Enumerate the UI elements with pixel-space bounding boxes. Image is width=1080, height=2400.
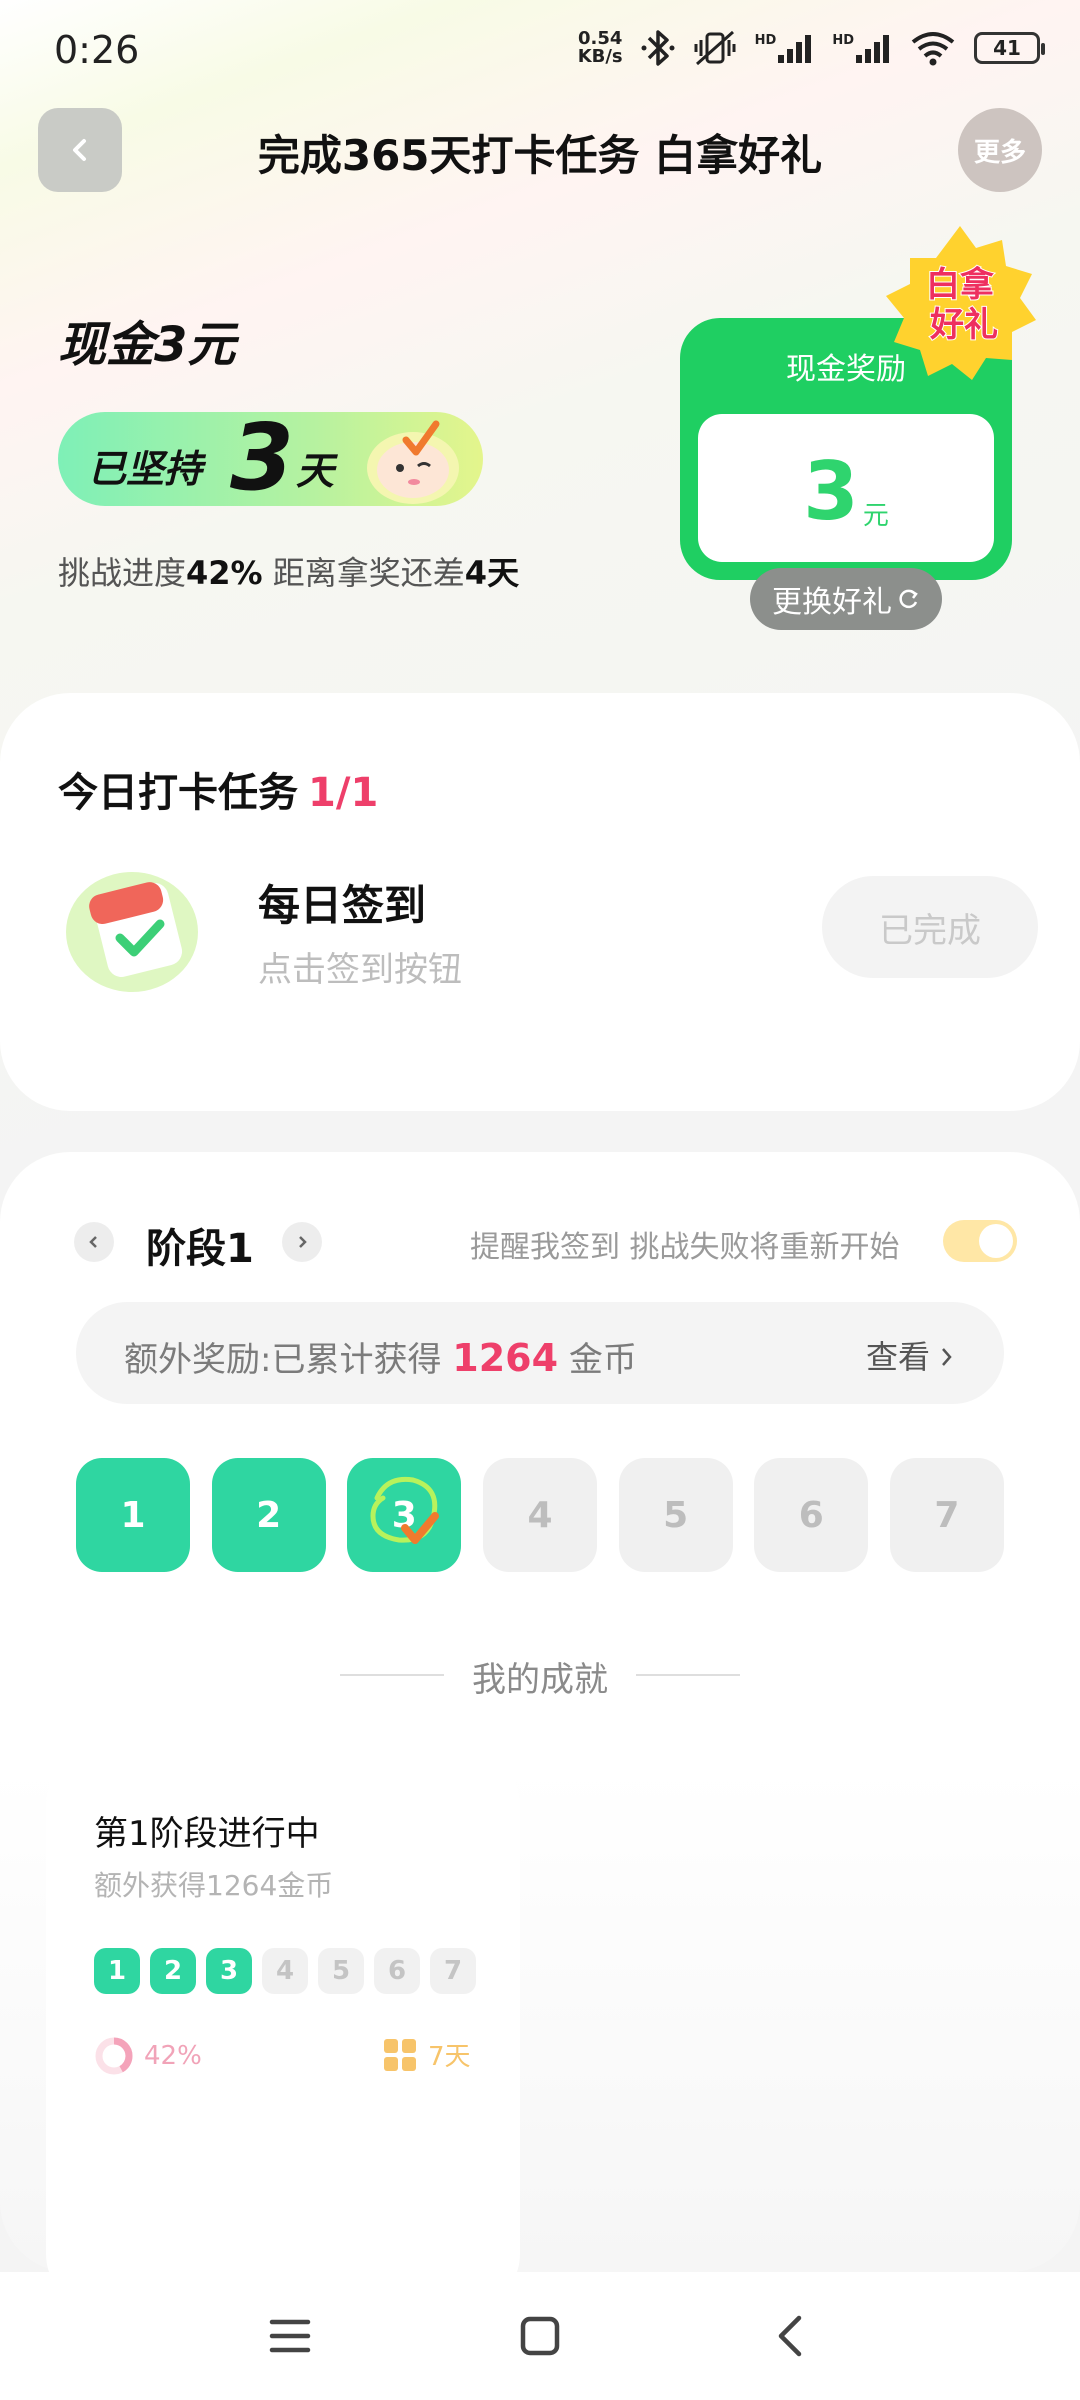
stage-title: 阶段1	[146, 1226, 254, 1272]
progress-remaining-label: 距离拿奖还差	[272, 554, 465, 592]
achievement-title: 第1阶段进行中	[94, 1814, 320, 1854]
task-completed-button[interactable]: 已完成	[822, 876, 1038, 978]
free-gift-badge: 白拿 好礼	[886, 226, 1036, 380]
bonus-unit: 金币	[568, 1340, 637, 1380]
home-button[interactable]	[510, 2306, 570, 2366]
task-heading-label: 今日打卡任务	[58, 770, 298, 816]
achievement-days-total: 7天	[428, 2042, 471, 2072]
mini-day: 7	[430, 1948, 476, 1994]
bonus-prefix: 额外奖励:已累计获得	[124, 1340, 442, 1380]
chevron-left-icon	[89, 1236, 97, 1248]
previous-stage-button[interactable]	[74, 1222, 114, 1262]
day-tile: 5	[618, 1458, 733, 1572]
signal-1: HD	[755, 33, 815, 63]
status-icons: 0.54 KB/s HD HD 41	[578, 28, 1045, 68]
day-tile: 6	[754, 1458, 869, 1572]
persist-days-number: 3	[230, 404, 295, 511]
challenge-progress-text: 挑战进度42% 距离拿奖还差4天	[58, 548, 519, 594]
today-task-heading: 今日打卡任务 1/1	[58, 760, 378, 818]
reward-amount: 3	[803, 445, 859, 538]
mini-day: 5	[318, 1948, 364, 1994]
square-icon	[520, 2316, 560, 2356]
progress-percent: 42%	[186, 554, 263, 592]
recent-apps-button[interactable]	[260, 2306, 320, 2366]
view-label: 查看	[866, 1338, 931, 1376]
reward-unit: 元	[862, 501, 889, 531]
check-circle-icon	[370, 1476, 440, 1544]
reward-amount-box: 3 元	[698, 414, 994, 562]
grid-icon	[384, 2038, 416, 2071]
vibrate-off-icon	[694, 30, 736, 66]
badge-line-1: 白拿	[926, 265, 995, 305]
chevron-right-icon	[942, 1348, 952, 1366]
task-description: 点击签到按钮	[258, 950, 462, 990]
bonus-amount: 1264	[452, 1336, 559, 1380]
progress-prefix: 挑战进度	[58, 554, 187, 592]
mini-day: 4	[262, 1948, 308, 1994]
bluetooth-icon	[641, 30, 675, 66]
mascot-icon	[367, 420, 459, 504]
day-tile-current: 3	[347, 1458, 462, 1572]
achievement-percent: 42%	[144, 2041, 202, 2071]
view-link[interactable]: 查看	[866, 1332, 954, 1378]
remind-me-text: 提醒我签到 挑战失败将重新开始	[470, 1230, 900, 1265]
calendar-check-icon	[66, 872, 198, 992]
toggle-knob	[979, 1224, 1013, 1258]
hd-label: HD	[832, 33, 854, 48]
wifi-icon	[911, 32, 955, 66]
extra-reward-text: 额外奖励:已累计获得 1264 金币	[124, 1332, 637, 1381]
persist-prefix: 已坚持	[88, 447, 203, 491]
chevron-left-icon	[778, 2315, 802, 2357]
task-count: 1/1	[308, 770, 379, 816]
persist-days-pill: 已坚持 3 天	[58, 404, 483, 511]
battery-indicator: 41	[974, 32, 1045, 64]
day-tile: 1	[76, 1458, 190, 1572]
remind-toggle[interactable]	[943, 1220, 1017, 1262]
signal-2: HD	[832, 33, 892, 63]
swap-gift-button[interactable]: 更换好礼	[750, 568, 942, 630]
badge-line-2: 好礼	[929, 305, 998, 345]
extra-reward-bar[interactable]: 额外奖励:已累计获得 1264 金币 查看	[76, 1302, 1004, 1404]
hd-label: HD	[754, 33, 777, 48]
mini-day: 2	[150, 1948, 196, 1994]
page-title: 完成365天打卡任务 白拿好礼	[257, 131, 823, 180]
status-bar: 0:26 0.54 KB/s HD HD 41	[0, 0, 1080, 100]
mini-day-row: 1 2 3 4 5 6 7	[94, 1948, 476, 1994]
signal-icon	[856, 35, 889, 63]
signal-icon	[778, 35, 812, 63]
mini-day: 1	[94, 1948, 140, 1994]
achievement-days: 7天	[382, 2036, 471, 2073]
achievement-subtitle: 额外获得1264金币	[94, 1869, 334, 1902]
achievement-card[interactable]: 第1阶段进行中 额外获得1264金币 1 2 3 4 5 6 7 42% 7天	[46, 1750, 520, 2310]
next-stage-button[interactable]	[282, 1222, 322, 1262]
status-time: 0:26	[54, 28, 140, 72]
task-name: 每日签到	[258, 881, 427, 930]
menu-icon	[269, 2319, 311, 2353]
progress-ring-icon	[95, 2037, 133, 2075]
days-left: 4天	[464, 554, 520, 592]
persist-days-unit: 天	[296, 449, 335, 493]
network-speed-unit: KB/s	[577, 46, 623, 67]
system-back-button[interactable]	[760, 2306, 820, 2366]
network-speed: 0.54 KB/s	[578, 30, 623, 66]
day-tile: 7	[889, 1458, 1004, 1572]
achievement-progress: 42%	[94, 2036, 202, 2076]
swap-gift-label: 更换好礼	[772, 585, 892, 620]
cash-reward-title: 现金3元	[58, 317, 236, 373]
mini-day: 6	[374, 1948, 420, 1994]
mini-day: 3	[206, 1948, 252, 1994]
day-tile: 2	[211, 1458, 326, 1572]
chevron-right-icon	[299, 1236, 307, 1248]
achievement-section-title: 我的成就	[472, 1660, 608, 1700]
divider-line	[636, 1674, 740, 1676]
refresh-icon	[899, 589, 918, 609]
more-button[interactable]: 更多	[958, 108, 1042, 192]
system-nav-bar	[0, 2272, 1080, 2400]
day-tile: 4	[482, 1458, 597, 1572]
stage-day-row: 1 2 3 4 5 6 7	[76, 1458, 1004, 1572]
